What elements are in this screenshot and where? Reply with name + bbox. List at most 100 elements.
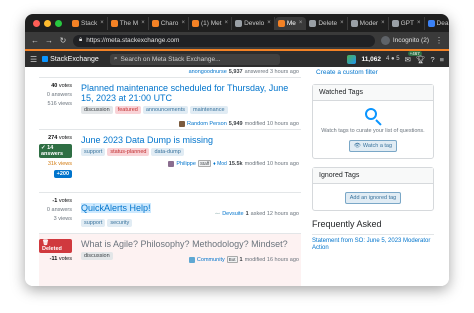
- view-count: 3 views: [53, 216, 72, 222]
- question-title-link[interactable]: QuickAlerts Help!: [81, 203, 151, 213]
- close-tab-icon[interactable]: ×: [417, 20, 421, 26]
- user-avatar[interactable]: [188, 256, 195, 263]
- question-summary-deleted: 🗑︎ Deleted -11 votes What is Agile? Phil…: [39, 233, 301, 286]
- user-avatar[interactable]: [347, 54, 357, 64]
- question-title-link[interactable]: Planned maintenance scheduled for Thursd…: [81, 83, 301, 103]
- close-tab-icon[interactable]: ×: [100, 20, 104, 26]
- back-arrow-icon[interactable]: ←: [31, 36, 39, 45]
- close-tab-icon[interactable]: ×: [141, 20, 145, 26]
- tab-favicon-icon: [277, 19, 285, 27]
- question-owner: Philippe Staff ♦ Mod 15.5k modified 10 h…: [168, 160, 299, 167]
- question-title-link[interactable]: What is Agile? Philosophy? Methodology? …: [81, 239, 301, 249]
- user-name[interactable]: Philippe: [176, 161, 196, 167]
- close-tab-icon[interactable]: ×: [381, 20, 385, 26]
- tab-label: Dear S: [436, 19, 449, 27]
- ignored-tags-card: Ignored Tags Add an ignored tag: [312, 167, 434, 211]
- tab-favicon-icon: [72, 19, 79, 27]
- tag-discussion[interactable]: discussion: [81, 106, 113, 114]
- user-name[interactable]: Community: [197, 257, 225, 263]
- tab-label: Me: [286, 19, 296, 27]
- tag-discussion[interactable]: discussion: [81, 252, 113, 260]
- question-tags: support status-planned data-dump: [81, 148, 301, 156]
- question-stats: 🗑︎ Deleted -11 votes: [39, 239, 77, 286]
- tag-featured[interactable]: featured: [114, 106, 141, 114]
- answer-count: ✓ 14 answers: [39, 144, 72, 158]
- user-avatar[interactable]: [168, 160, 175, 167]
- site-search-input[interactable]: ⌕ Search on Meta Stack Exchange...: [109, 53, 280, 65]
- more-menu-icon[interactable]: ⋮: [435, 36, 443, 45]
- forward-arrow-icon[interactable]: →: [45, 36, 53, 45]
- watched-tags-text: Watch tags to curate your list of questi…: [321, 128, 425, 134]
- browser-tab[interactable]: GPT ×: [389, 16, 425, 30]
- eye-icon: 👁︎: [353, 143, 361, 149]
- close-tab-icon[interactable]: ×: [299, 20, 303, 26]
- lock-icon: 🔒︎: [79, 37, 83, 43]
- tag-announcements[interactable]: announcements: [142, 106, 189, 114]
- browser-tab[interactable]: Develo ×: [232, 16, 275, 30]
- browser-tab[interactable]: Dear S×: [425, 17, 449, 30]
- tag-security[interactable]: security: [107, 219, 133, 227]
- tab-favicon-icon: [151, 19, 159, 27]
- user-name[interactable]: Devsuite: [222, 211, 243, 217]
- user-reputation[interactable]: 11,062: [361, 56, 381, 63]
- owner-name[interactable]: anongoodnurse: [189, 69, 227, 75]
- tag-data-dump[interactable]: data-dump: [151, 148, 184, 156]
- browser-tab[interactable]: Stack ×: [69, 16, 108, 30]
- tab-favicon-icon: [191, 19, 199, 27]
- add-ignored-tag-button[interactable]: Add an ignored tag: [344, 192, 402, 204]
- tag-maintenance[interactable]: maintenance: [190, 106, 228, 114]
- logo-text: StackExchange: [50, 55, 99, 63]
- reload-icon[interactable]: ↻: [59, 36, 67, 45]
- question-owner: Community Bot 1 modified 16 hours ago: [188, 256, 299, 263]
- browser-tab[interactable]: The M ×: [108, 16, 149, 30]
- activity-time[interactable]: modified 10 hours ago: [245, 121, 299, 127]
- close-tab-icon[interactable]: ×: [340, 20, 344, 26]
- question-tags: discussion featured announcements maintenan…: [81, 106, 301, 114]
- create-custom-filter-link[interactable]: Create a custom filter: [312, 67, 434, 78]
- watch-a-tag-button[interactable]: 👁︎ Watch a tag: [348, 140, 398, 152]
- tag-support[interactable]: support: [81, 219, 106, 227]
- browser-tab[interactable]: Delete ×: [306, 16, 348, 30]
- tag-status-planned[interactable]: status-planned: [107, 148, 150, 156]
- close-tab-icon[interactable]: ×: [181, 20, 185, 26]
- activity-time[interactable]: asked 12 hours ago: [251, 211, 299, 217]
- question-owner: ⁓ Devsuite 1 asked 12 hours ago: [215, 211, 299, 217]
- question-stats: 274 votes ✓ 14 answers 31k views +200: [39, 135, 77, 192]
- close-tab-icon[interactable]: ×: [225, 20, 229, 26]
- vote-count: -11 votes: [49, 256, 72, 262]
- user-identicon[interactable]: ⁓: [215, 211, 221, 217]
- browser-toolbar: ← → ↻ 🔒︎ https://meta.stackexchange.com …: [25, 32, 449, 49]
- activity-time[interactable]: modified 10 hours ago: [245, 161, 299, 167]
- staff-badge: Staff: [197, 160, 212, 167]
- incognito-profile[interactable]: Incognito (2): [380, 36, 429, 45]
- close-window-button[interactable]: [33, 19, 40, 27]
- search-placeholder: Search on Meta Stack Exchange...: [120, 55, 221, 63]
- address-bar[interactable]: 🔒︎ https://meta.stackexchange.com: [73, 34, 375, 47]
- browser-tab[interactable]: Charo ×: [149, 16, 189, 30]
- question-list: anongoodnurse 5,937 answered 3 hours ago…: [39, 67, 301, 286]
- tab-label: Charo: [160, 19, 179, 27]
- user-name[interactable]: Random Person: [187, 121, 227, 127]
- help-icon[interactable]: ?: [430, 55, 434, 64]
- browser-tab[interactable]: Moder ×: [348, 16, 389, 30]
- user-avatar[interactable]: [179, 121, 186, 127]
- close-tab-icon[interactable]: ×: [267, 20, 271, 26]
- minimize-window-button[interactable]: [44, 19, 51, 27]
- question-title-link[interactable]: June 2023 Data Dump is missing: [81, 135, 301, 145]
- inbox-icon[interactable]: ✉ +467: [405, 50, 422, 64]
- hamburger-menu-icon[interactable]: ☰: [30, 55, 37, 64]
- header-user-area: 11,062 4 ● 5 ✉ +467 🏆︎ ? ≡: [347, 50, 444, 64]
- faq-question-link[interactable]: Statement from SO: June 5, 2023 Moderato…: [312, 234, 434, 252]
- site-logo[interactable]: StackExchange: [42, 56, 99, 63]
- watched-tags-card: Watched Tags Watch tags to curate your l…: [312, 84, 434, 159]
- browser-tab[interactable]: Me ×: [274, 16, 307, 30]
- achievements-icon[interactable]: 🏆︎: [416, 55, 426, 64]
- site-switcher-icon[interactable]: ≡: [440, 55, 444, 64]
- tag-support[interactable]: support: [81, 148, 106, 156]
- activity-time[interactable]: modified 16 hours ago: [245, 257, 299, 263]
- tab-favicon-icon: [391, 19, 399, 27]
- browser-tab[interactable]: (1) Met ×: [189, 16, 233, 30]
- tab-strip: Stack × The M × Charo × (1) Met × Develo × Me × Dele…: [69, 16, 449, 30]
- owner-rep: 5,937: [228, 69, 243, 75]
- maximize-window-button[interactable]: [55, 19, 62, 27]
